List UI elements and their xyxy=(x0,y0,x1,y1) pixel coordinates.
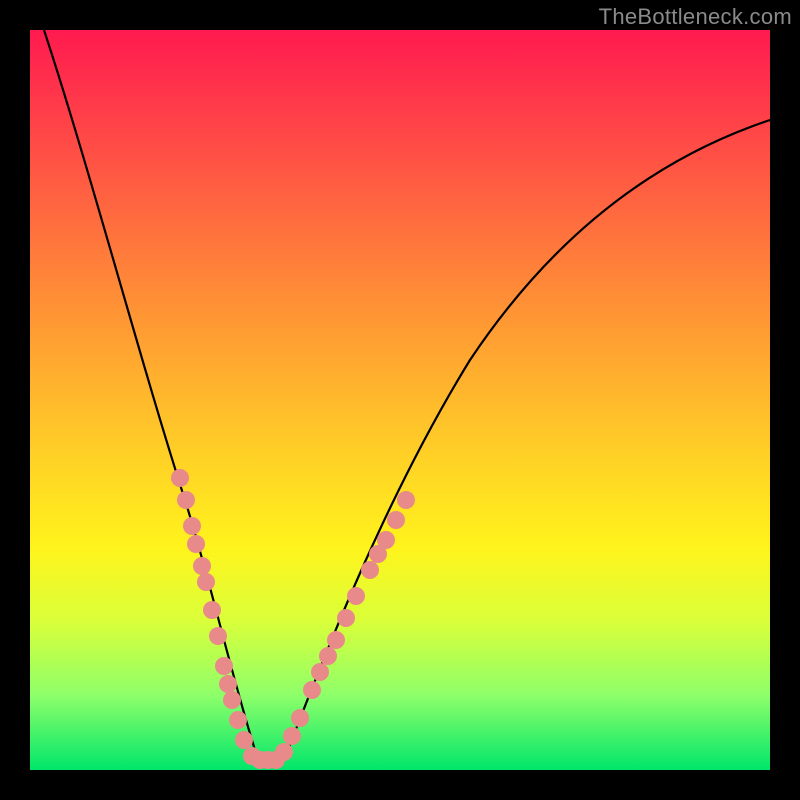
chart-area xyxy=(30,30,770,770)
curve-svg xyxy=(30,30,770,770)
watermark-text: TheBottleneck.com xyxy=(599,4,792,30)
bottleneck-curve xyxy=(44,30,770,763)
scatter-dots xyxy=(171,469,415,769)
